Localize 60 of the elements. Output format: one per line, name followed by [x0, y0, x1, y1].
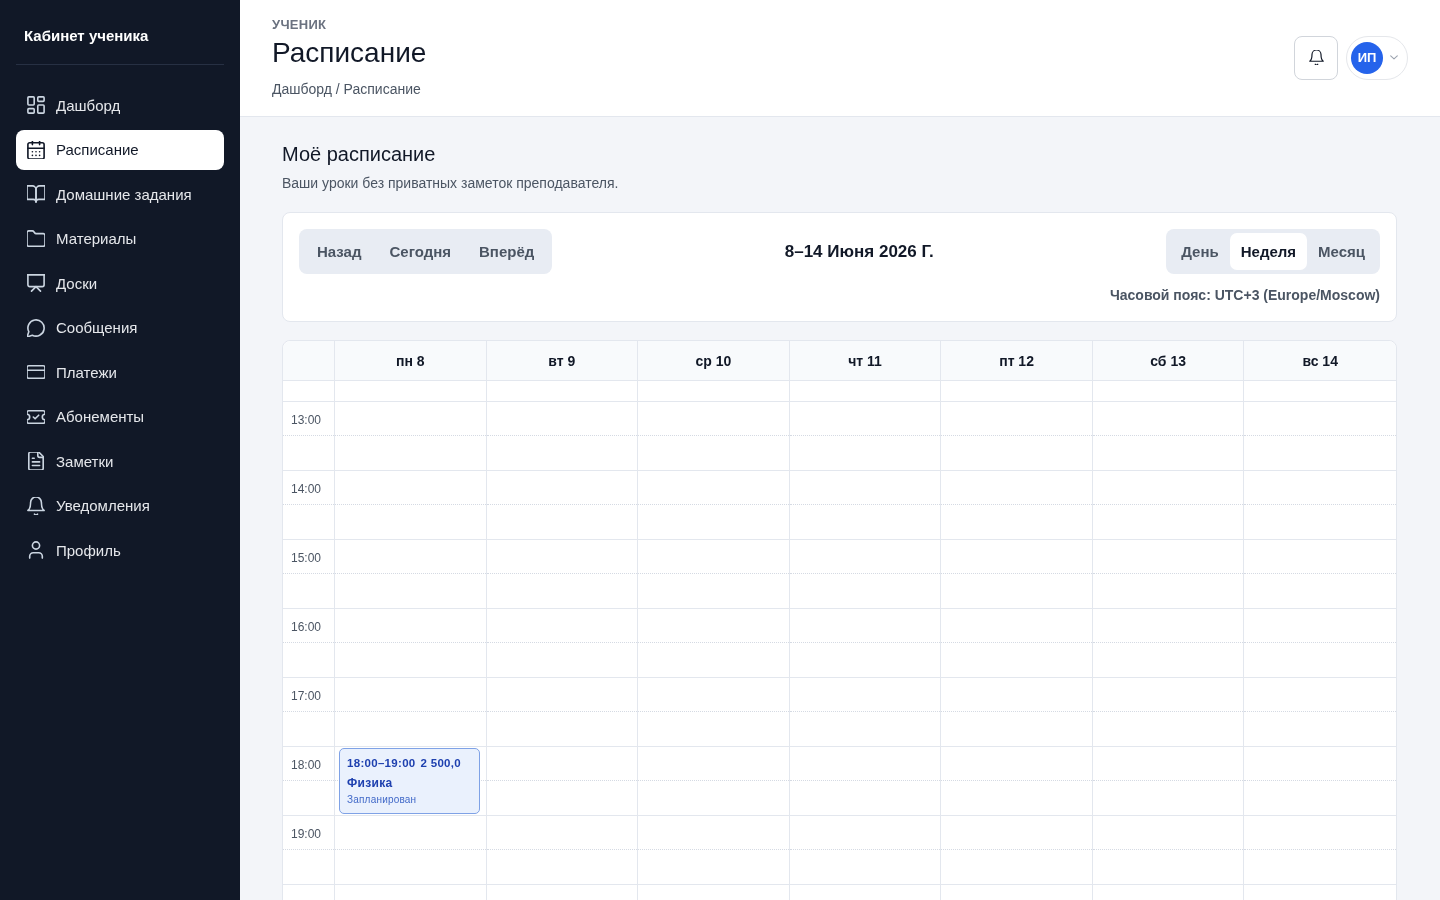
credit-card-icon	[27, 363, 45, 381]
book-icon	[27, 185, 45, 203]
nav-item[interactable]: Заметки	[16, 441, 224, 481]
date-range-title: 8–14 Июня 2026 Г.	[783, 241, 935, 262]
breadcrumb: Дашборд / Расписание	[272, 80, 422, 99]
time-label: 19:00	[290, 826, 323, 842]
event-title: Физика	[347, 775, 394, 791]
today-button[interactable]: Сегодня	[375, 233, 465, 270]
event-price: 2 500,0	[420, 756, 461, 771]
timezone-label: Часовой пояс: UTC+3 (Europe/Moscow)	[1109, 286, 1380, 305]
document-icon	[27, 452, 45, 470]
section-label: УЧЕНИК	[272, 16, 328, 34]
section-subtitle: Ваши уроки без приватных заметок преподавателя.	[282, 174, 620, 193]
nav-item[interactable]: Платежи	[16, 352, 224, 392]
nav-item[interactable]: Расписание	[16, 129, 224, 170]
notifications-button[interactable]	[1294, 35, 1338, 80]
dashboard-icon	[27, 96, 45, 114]
app-title: Кабинет ученика	[23, 26, 150, 45]
nav-item[interactable]: Профиль	[16, 530, 224, 570]
folder-icon	[27, 229, 45, 248]
day-header: чт 11	[789, 341, 942, 380]
view-tab[interactable]: День	[1170, 233, 1230, 270]
nav-item[interactable]: Абонементы	[16, 396, 224, 437]
day-header: пт 12	[941, 341, 1093, 380]
time-label: 17:00	[290, 688, 323, 704]
presentation-board-icon	[27, 274, 45, 292]
time-label: 18:00	[290, 757, 323, 773]
avatar: ИП	[1351, 41, 1383, 74]
back-button[interactable]: Назад	[303, 233, 376, 270]
nav-item[interactable]: Домашние задания	[16, 174, 224, 214]
event-status: Запланирован	[347, 793, 418, 806]
lesson-event[interactable]: 18:00–19:00 2 500,0 Физика Запланирован	[339, 748, 480, 814]
time-label: 16:00	[290, 619, 323, 635]
bell-icon	[1308, 50, 1324, 65]
section-title: Моё расписание	[282, 142, 437, 167]
nav-item[interactable]: Дашборд	[16, 85, 224, 125]
nav-item[interactable]: Материалы	[16, 218, 224, 259]
nav-item[interactable]: Сообщения	[16, 307, 224, 348]
view-tab[interactable]: Неделя	[1229, 233, 1308, 270]
chat-bubble-icon	[27, 318, 45, 337]
user-icon	[27, 541, 45, 559]
forward-button[interactable]: Вперёд	[465, 233, 549, 270]
time-label: 13:00	[290, 412, 323, 428]
ticket-icon	[27, 407, 45, 426]
time-label: 15:00	[290, 550, 323, 566]
day-header: сб 13	[1092, 341, 1245, 380]
page-title: Расписание	[272, 36, 427, 70]
calendar-icon	[27, 140, 45, 159]
day-header: вс 14	[1301, 351, 1339, 371]
day-header: вт 9	[486, 341, 639, 380]
day-header: пн 8	[335, 341, 487, 380]
bell-icon	[27, 496, 45, 515]
chevron-down-icon	[1390, 55, 1398, 60]
view-tab[interactable]: Месяц	[1307, 233, 1376, 270]
nav-item[interactable]: Уведомления	[16, 485, 224, 526]
profile-menu-button[interactable]: ИП	[1346, 35, 1408, 80]
time-label: 14:00	[290, 481, 323, 497]
nav-item[interactable]: Доски	[16, 263, 224, 303]
event-time: 18:00–19:00	[347, 756, 416, 771]
day-header: ср 10	[638, 341, 790, 380]
